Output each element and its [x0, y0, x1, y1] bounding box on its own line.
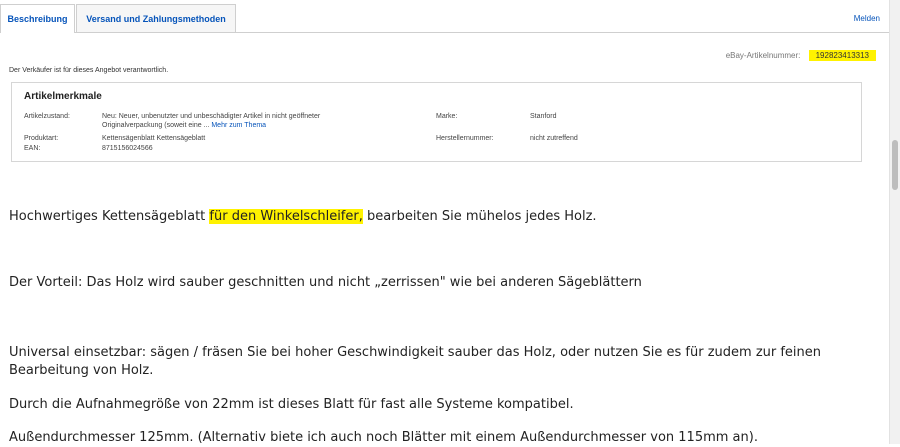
seller-note: Der Verkäufer ist für dieses Angebot ver… [9, 67, 169, 74]
description-line-1: Hochwertiges Kettensägeblatt für den Win… [9, 208, 597, 226]
description-line-5: Außendurchmesser 125mm. (Alternativ biet… [9, 430, 758, 445]
brand-label: Marke: [436, 113, 458, 120]
description-line-3b: Bearbeitung von Holz. [9, 363, 154, 378]
item-specifics-box: Artikelmerkmale Artikelzustand: Neu: Neu… [11, 82, 862, 162]
tab-bar: Beschreibung Versand und Zahlungsmethode… [0, 0, 890, 33]
item-number: eBay-Artikelnummer: 192823413313 [725, 50, 876, 61]
ean-value: 8715156024566 [102, 145, 153, 152]
condition-more-link[interactable]: Mehr zum Thema [211, 122, 266, 129]
tab-description[interactable]: Beschreibung [0, 4, 75, 33]
specifics-title: Artikelmerkmale [24, 91, 102, 102]
brand-value: Stanford [530, 113, 557, 120]
item-number-value: 192823413313 [808, 50, 876, 61]
condition-label: Artikelzustand: [24, 113, 70, 120]
description-line-1-start: Hochwertiges Kettensägeblatt [9, 209, 210, 224]
condition-text-line2: Originalverpackung (soweit eine ... Mehr… [102, 121, 412, 130]
product-type-label: Produktart: [24, 135, 59, 142]
report-link[interactable]: Melden [854, 14, 880, 23]
condition-text-line1: Neu: Neuer, unbenutzter und unbeschädigt… [102, 113, 321, 120]
tab-shipping-payment[interactable]: Versand und Zahlungsmethoden [76, 4, 236, 32]
condition-value: Neu: Neuer, unbenutzter und unbeschädigt… [102, 112, 412, 130]
description-line-2: Der Vorteil: Das Holz wird sauber geschn… [9, 275, 642, 290]
mpn-value: nicht zutreffend [530, 135, 578, 142]
condition-text-truncated: Originalverpackung (soweit eine ... [102, 122, 210, 129]
highlighted-text: für den Winkelschleifer, [209, 209, 363, 224]
vertical-scrollbar[interactable] [889, 0, 900, 444]
ean-label: EAN: [24, 145, 41, 152]
mpn-label: Herstellernummer: [436, 135, 494, 142]
description-line-4: Durch die Aufnahmegröße von 22mm ist die… [9, 397, 574, 412]
item-number-label: eBay-Artikelnummer: [725, 51, 801, 60]
scrollbar-thumb[interactable] [892, 140, 898, 190]
description-line-1-end: bearbeiten Sie mühelos jedes Holz. [362, 209, 597, 224]
product-type-value: Kettensägenblatt Kettensägeblatt [102, 135, 206, 142]
description-line-3a: Universal einsetzbar: sägen / fräsen Sie… [9, 345, 822, 360]
